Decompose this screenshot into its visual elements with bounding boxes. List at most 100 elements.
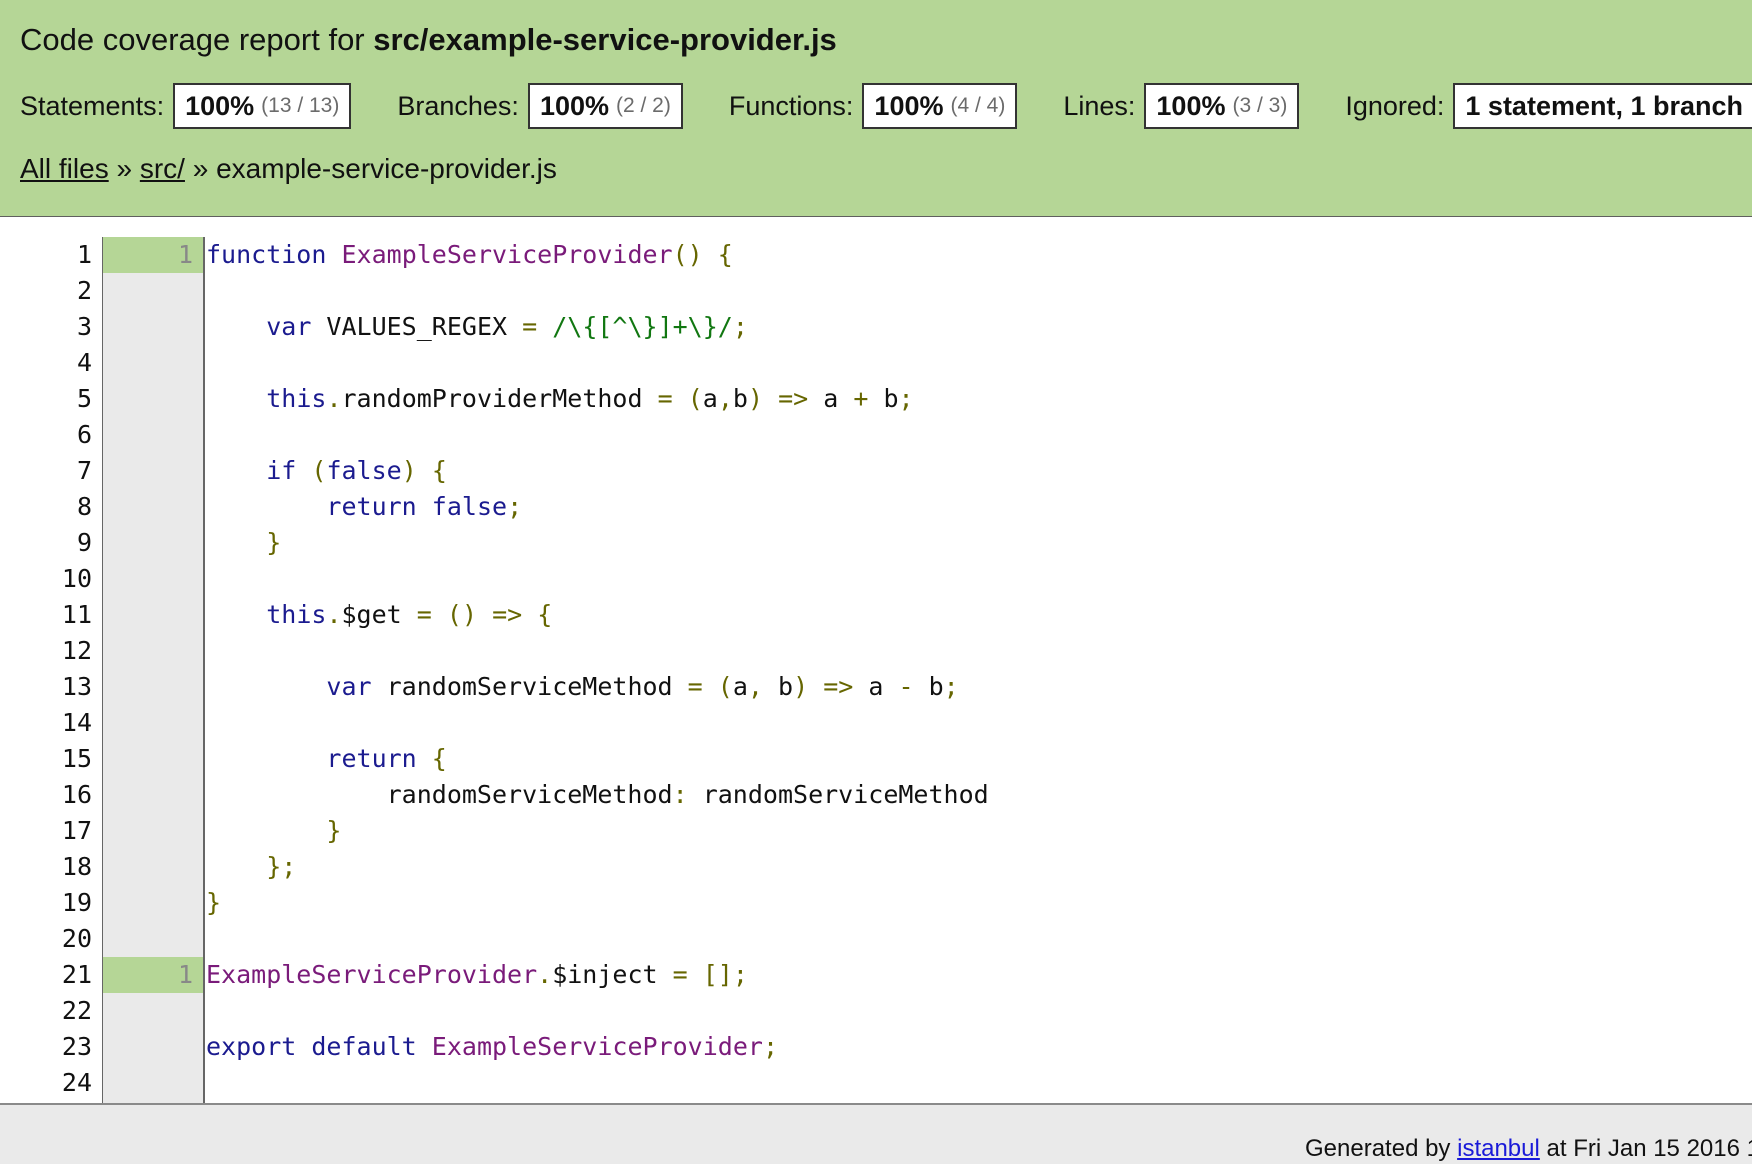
breadcrumb-src-link[interactable]: src/: [140, 153, 185, 184]
code-line: }: [206, 885, 1746, 921]
code-line: };: [206, 849, 1746, 885]
hit-count: [103, 453, 203, 489]
breadcrumb-all-files-link[interactable]: All files: [20, 153, 109, 184]
code-line: }: [206, 813, 1746, 849]
coverage-stats: Statements: 100% (13 / 13) Branches: 100…: [20, 81, 1752, 131]
line-number: 8: [76, 492, 92, 521]
code-token: a: [808, 384, 854, 413]
code-token: =>: [823, 672, 854, 701]
code-token: return: [326, 744, 417, 773]
code-token: VALUES_REGEX: [311, 312, 523, 341]
line-number: 17: [61, 816, 92, 845]
code-line: randomServiceMethod: randomServiceMethod: [206, 777, 1746, 813]
istanbul-link[interactable]: istanbul: [1457, 1135, 1540, 1162]
source-code: function ExampleServiceProvider() { var …: [206, 237, 1746, 1103]
line-number: 18: [61, 852, 92, 881]
code-token: ExampleServiceProvider: [341, 240, 673, 269]
line-number: 11: [61, 600, 92, 629]
hit-count: [103, 597, 203, 633]
code-token: var: [326, 672, 372, 701]
stat-functions: Functions: 100% (4 / 4): [729, 83, 1018, 129]
hit-count: [103, 273, 203, 309]
line-number: 12: [61, 636, 92, 665]
hit-count: [103, 1065, 203, 1101]
code-token: ;: [507, 492, 523, 521]
code-token: =>: [492, 600, 523, 629]
hit-count: [103, 849, 203, 885]
hit-count: [103, 741, 203, 777]
code-token: -: [898, 672, 914, 701]
code-line: export default ExampleServiceProvider;: [206, 1029, 1746, 1065]
stat-label: Ignored:: [1345, 90, 1445, 121]
stat-branches: Branches: 100% (2 / 2): [397, 83, 683, 129]
code-line: if (false) {: [206, 453, 1746, 489]
code-token: var: [266, 312, 312, 341]
code-token: false: [431, 492, 508, 521]
code-token: b: [868, 384, 899, 413]
hit-count: [103, 1029, 203, 1065]
stat-fraction: (2 / 2): [616, 94, 671, 117]
hit-count: [103, 345, 203, 381]
line-number: 9: [76, 528, 92, 557]
stat-statements: Statements: 100% (13 / 13): [20, 83, 352, 129]
code-token: /\{[^\}]+\}/: [552, 312, 733, 341]
code-token: randomServiceMethod: [206, 780, 673, 809]
hit-count: 1: [103, 957, 203, 993]
hit-count: 1: [103, 237, 203, 273]
hit-count: [103, 813, 203, 849]
line-number: 6: [76, 420, 92, 449]
code-line: return {: [206, 741, 1746, 777]
code-token: randomServiceMethod: [687, 780, 989, 809]
code-token: default: [311, 1032, 417, 1061]
code-token: (: [717, 672, 733, 701]
footer-text: Generated by istanbul at Fri Jan 15 2016…: [1305, 1135, 1752, 1163]
ignored-value: 1 statement, 1 branch: [1465, 90, 1743, 121]
breadcrumb-separator: »: [108, 153, 140, 184]
code-token: this: [266, 600, 327, 629]
code-token: =: [657, 384, 673, 413]
code-token: a: [732, 672, 748, 701]
code-token: ;: [943, 672, 959, 701]
code-token: export: [206, 1032, 297, 1061]
line-number: 19: [61, 888, 92, 917]
code-token: }: [266, 528, 282, 557]
code-token: function: [206, 240, 327, 269]
code-token: return: [326, 492, 417, 521]
stat-value-box: 100% (4 / 4): [862, 83, 1018, 129]
code-line: }: [206, 525, 1746, 561]
stat-fraction: (13 / 13): [261, 94, 340, 117]
hit-count: [103, 993, 203, 1029]
stat-percent: 100%: [185, 90, 255, 121]
line-number: 14: [61, 708, 92, 737]
code-line: this.$get = () => {: [206, 597, 1746, 633]
code-token: false: [326, 456, 402, 485]
code-token: ExampleServiceProvider: [431, 1032, 763, 1061]
hit-count: [103, 633, 203, 669]
stat-ignored: Ignored: 1 statement, 1 branch: [1345, 83, 1752, 129]
code-token: ): [793, 672, 809, 701]
code-token: ): [401, 456, 417, 485]
stat-lines: Lines: 100% (3 / 3): [1063, 83, 1300, 129]
line-number: 21: [61, 960, 92, 989]
code-token: (: [311, 456, 327, 485]
line-number: 24: [61, 1068, 92, 1097]
line-number: 15: [61, 744, 92, 773]
stat-value-box: 100% (3 / 3): [1144, 83, 1300, 129]
code-token: (: [687, 384, 703, 413]
hit-count: [103, 417, 203, 453]
code-token: $get: [341, 600, 417, 629]
